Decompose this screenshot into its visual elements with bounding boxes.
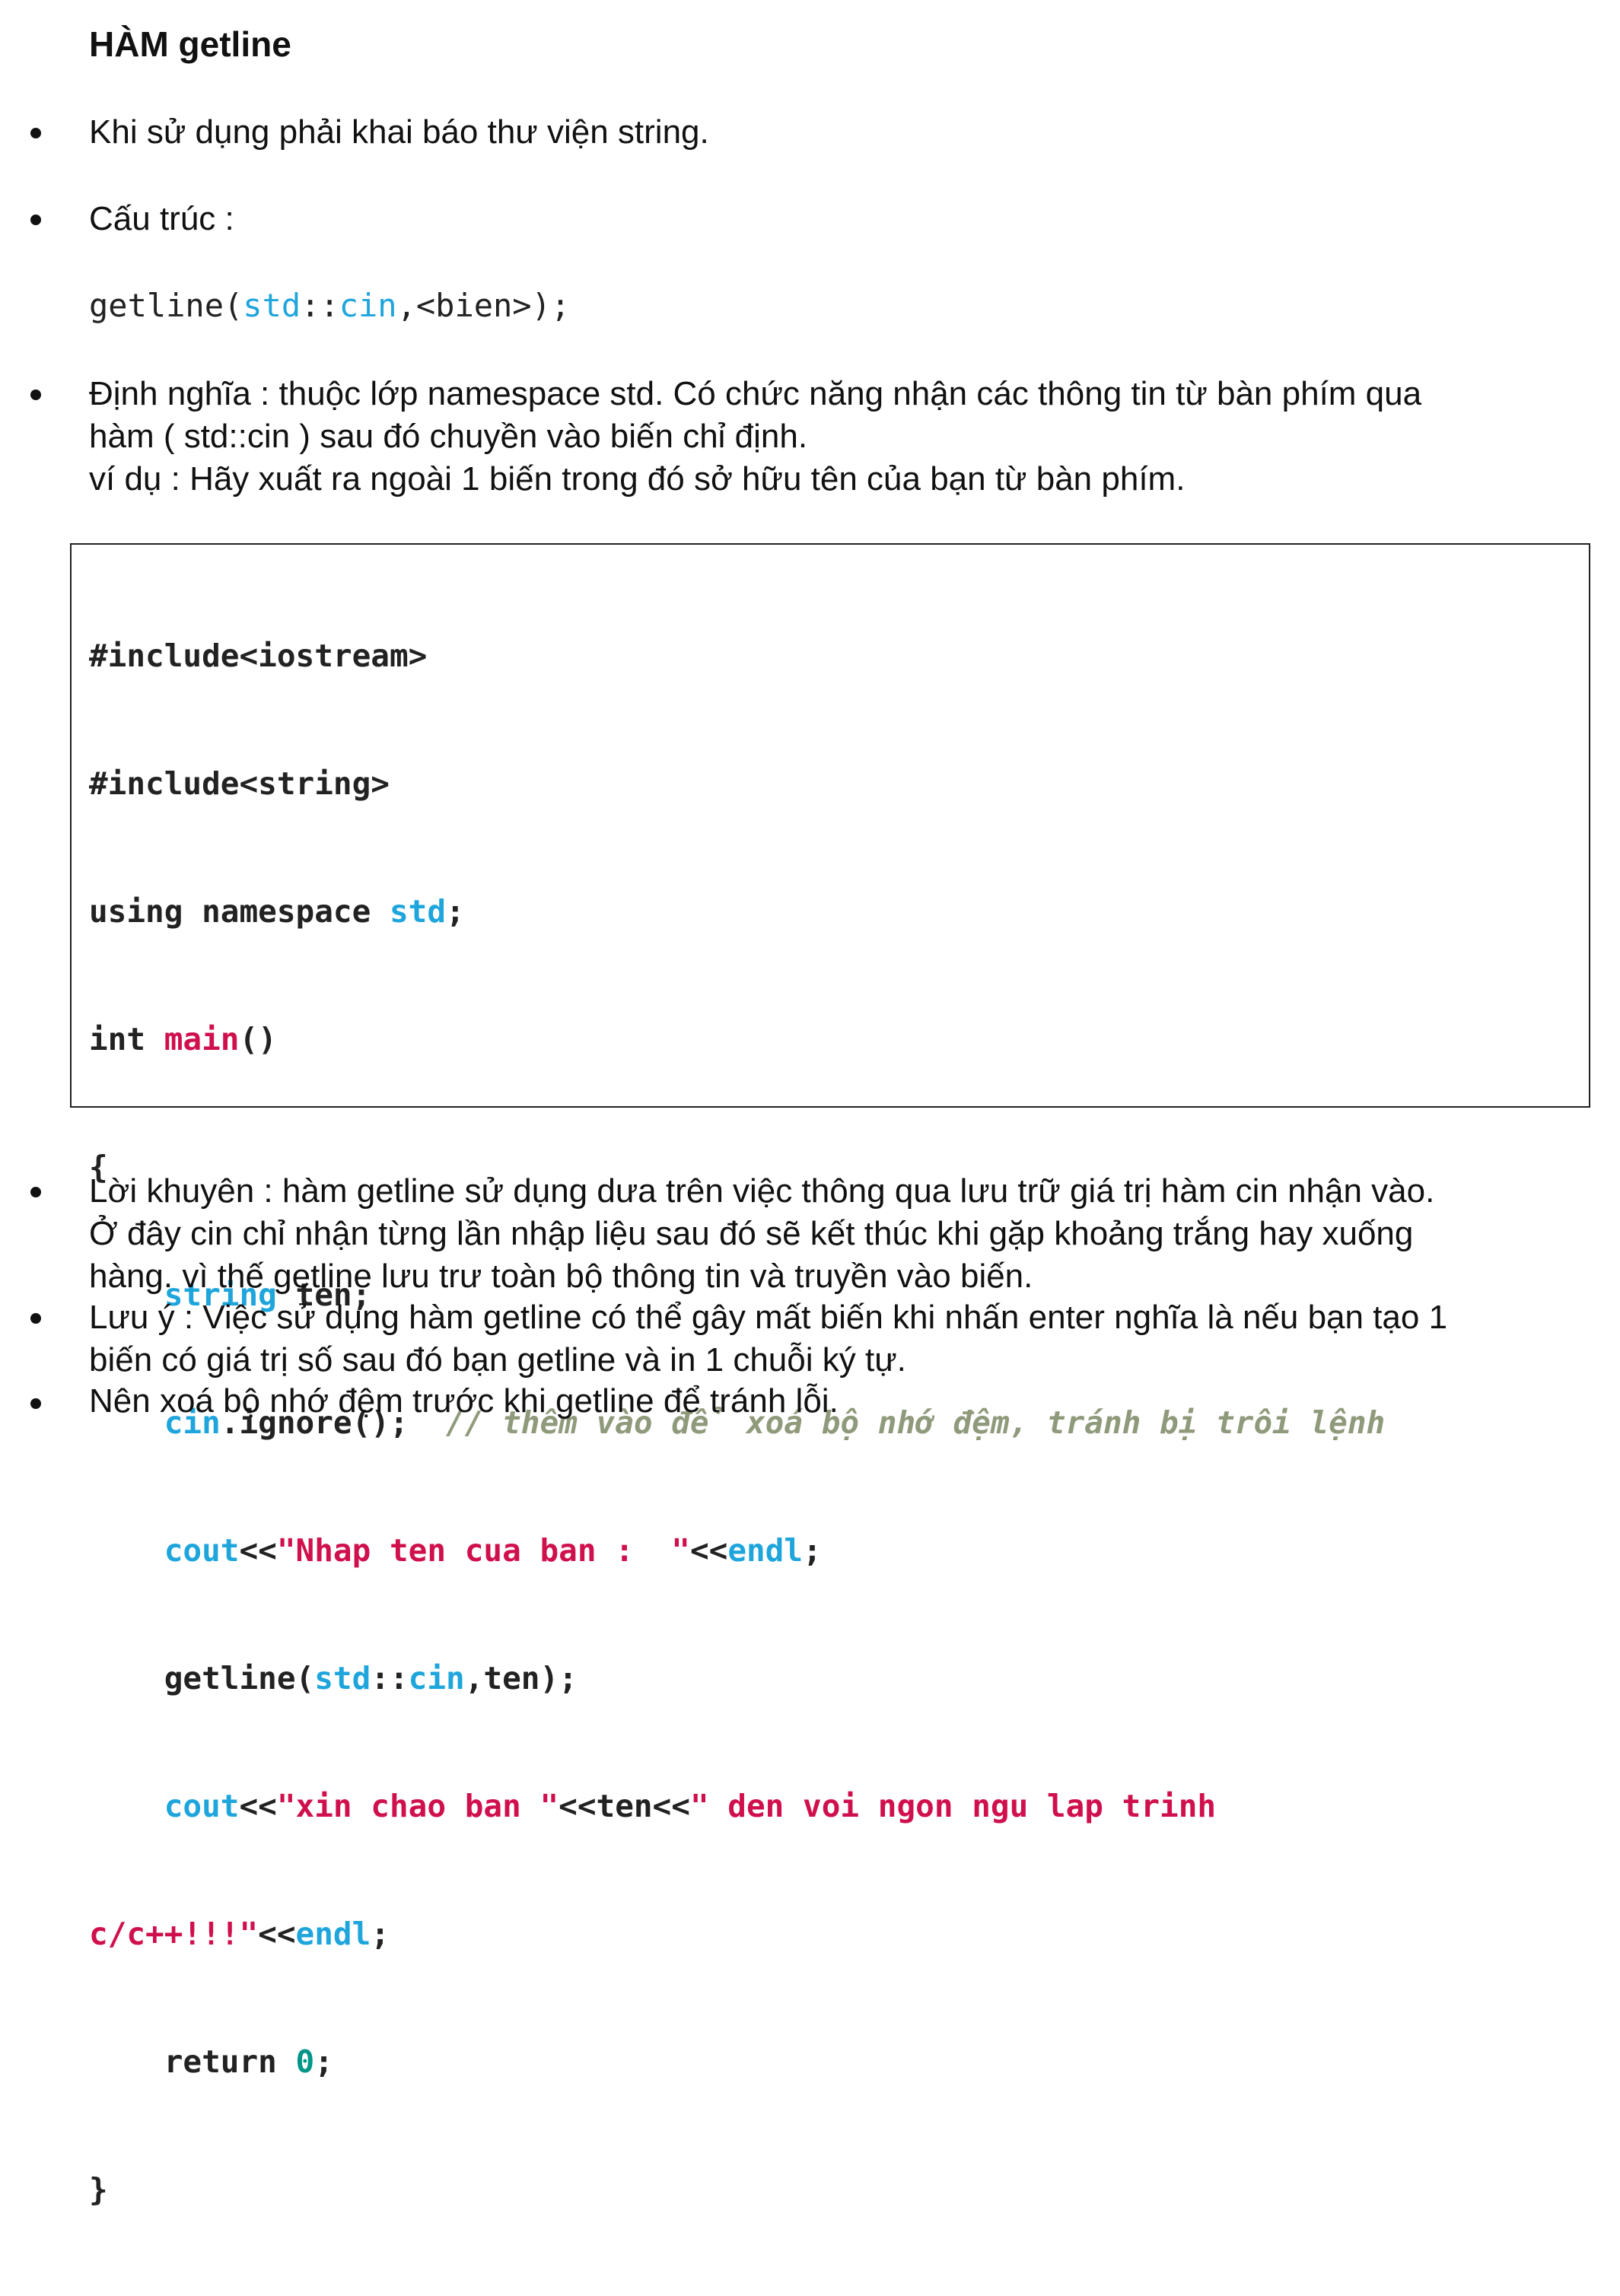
code-token: ; [803,1532,822,1569]
code-line: getline(std::cin,ten); [89,1657,1385,1700]
page-title: HÀM getline [89,24,291,64]
bullet-item-advice: Lời khuyên : hàm getline sử dụng dưa trê… [89,1170,1590,1298]
code-token: std [314,1660,371,1697]
code-token: :: [371,1660,409,1697]
bullet-text-line: ví dụ : Hãy xuất ra ngoài 1 biến trong đ… [89,460,1186,498]
code-token: cin [408,1660,465,1697]
code-string: c/c++!!!" [89,1916,259,1952]
bullet-text-line: hàng. vì thế getline lưu trư toàn bộ thô… [89,1258,1033,1295]
bullet-item-library: Khi sử dụng phải khai báo thư viện strin… [89,111,1590,154]
code-token: getline( [89,1660,315,1697]
code-number: 0 [295,2043,315,2080]
syntax-code: getline(std::cin,<bien>); [89,285,570,327]
code-line: } [89,2168,1385,2211]
code-line: return 0; [89,2040,1385,2083]
code-token: using namespace [89,893,390,930]
code-block: #include<iostream> #include<string> usin… [89,549,1385,2296]
code-line: cout<<"xin chao ban "<<ten<<" den voi ng… [89,1785,1385,1827]
code-token: #include<string> [89,765,390,802]
code-token: std [243,287,301,324]
code-token: } [89,2171,108,2208]
bullet-item-definition: Định nghĩa : thuộc lớp namespace std. Có… [89,373,1590,501]
bullet-icon [30,128,41,138]
code-line: c/c++!!!"<<endl; [89,1913,1385,1955]
bullet-icon [30,1313,41,1324]
code-token: ; [446,893,465,930]
bullet-icon [30,215,41,225]
bullet-text-line: Định nghĩa : thuộc lớp namespace std. Có… [89,375,1422,412]
code-token: endl [727,1532,804,1569]
code-token: ,ten); [464,1660,578,1697]
bullet-text-line: hàm ( std::cin ) sau đó chuyền vào biến … [89,418,808,455]
bullet-item-tip: Nên xoá bộ nhớ đệm trước khi getline để … [89,1380,1590,1423]
code-token: << [258,1916,296,1952]
code-token: () [239,1021,277,1057]
code-token: :: [301,287,339,324]
bullet-icon [30,1398,41,1409]
code-token: ; [371,1916,390,1952]
code-token: return [89,2043,296,2080]
bullet-icon [30,1187,41,1197]
code-token: cout [164,1532,240,1569]
code-line: using namespace std; [89,890,1385,933]
bullet-text-line: Ở đây cin chỉ nhận từng lần nhập liệu sa… [89,1215,1414,1252]
code-line: cout<<"Nhap ten cua ban : "<<endl; [89,1529,1385,1572]
code-token: << [689,1532,728,1569]
code-token: cout [164,1788,240,1824]
bullet-text: Cấu trúc : [89,200,234,237]
code-token: main [164,1021,240,1057]
bullet-item-structure: Cấu trúc : [89,198,1590,240]
bullet-item-note: Lưu ý : Việc sử dụng hàm getline có thể … [89,1296,1590,1382]
code-token: std [389,893,447,930]
code-token: << [239,1532,277,1569]
bullet-text-line: Lời khuyên : hàm getline sử dụng dưa trê… [89,1172,1435,1210]
bullet-text: Nên xoá bộ nhớ đệm trước khi getline để … [89,1382,839,1420]
code-token: int [89,1021,164,1057]
code-string: "xin chao ban " [276,1788,559,1824]
code-line: #include<iostream> [89,634,1385,677]
code-string: "Nhap ten cua ban : " [276,1532,690,1569]
bullet-text: Khi sử dụng phải khai báo thư viện strin… [89,113,709,151]
code-token: #include<iostream> [89,638,428,674]
bullet-text-line: biến có giá trị số sau đó bạn getline và… [89,1341,906,1379]
document-page: HÀM getline Khi sử dụng phải khai báo th… [0,0,1620,2208]
code-string: " den voi ngon ngu lap trinh [689,1788,1217,1824]
code-token: ; [314,2043,333,2080]
code-token: getline( [89,287,243,324]
code-token: ,<bien>); [396,287,571,324]
code-token: << [239,1788,277,1824]
code-line: int main() [89,1018,1385,1061]
code-token: endl [295,1916,371,1952]
bullet-text-line: Lưu ý : Việc sử dụng hàm getline có thể … [89,1299,1448,1336]
code-line: #include<string> [89,762,1385,805]
bullet-icon [30,390,41,400]
code-token: cin [339,287,397,324]
code-token: <<ten<< [559,1788,690,1824]
